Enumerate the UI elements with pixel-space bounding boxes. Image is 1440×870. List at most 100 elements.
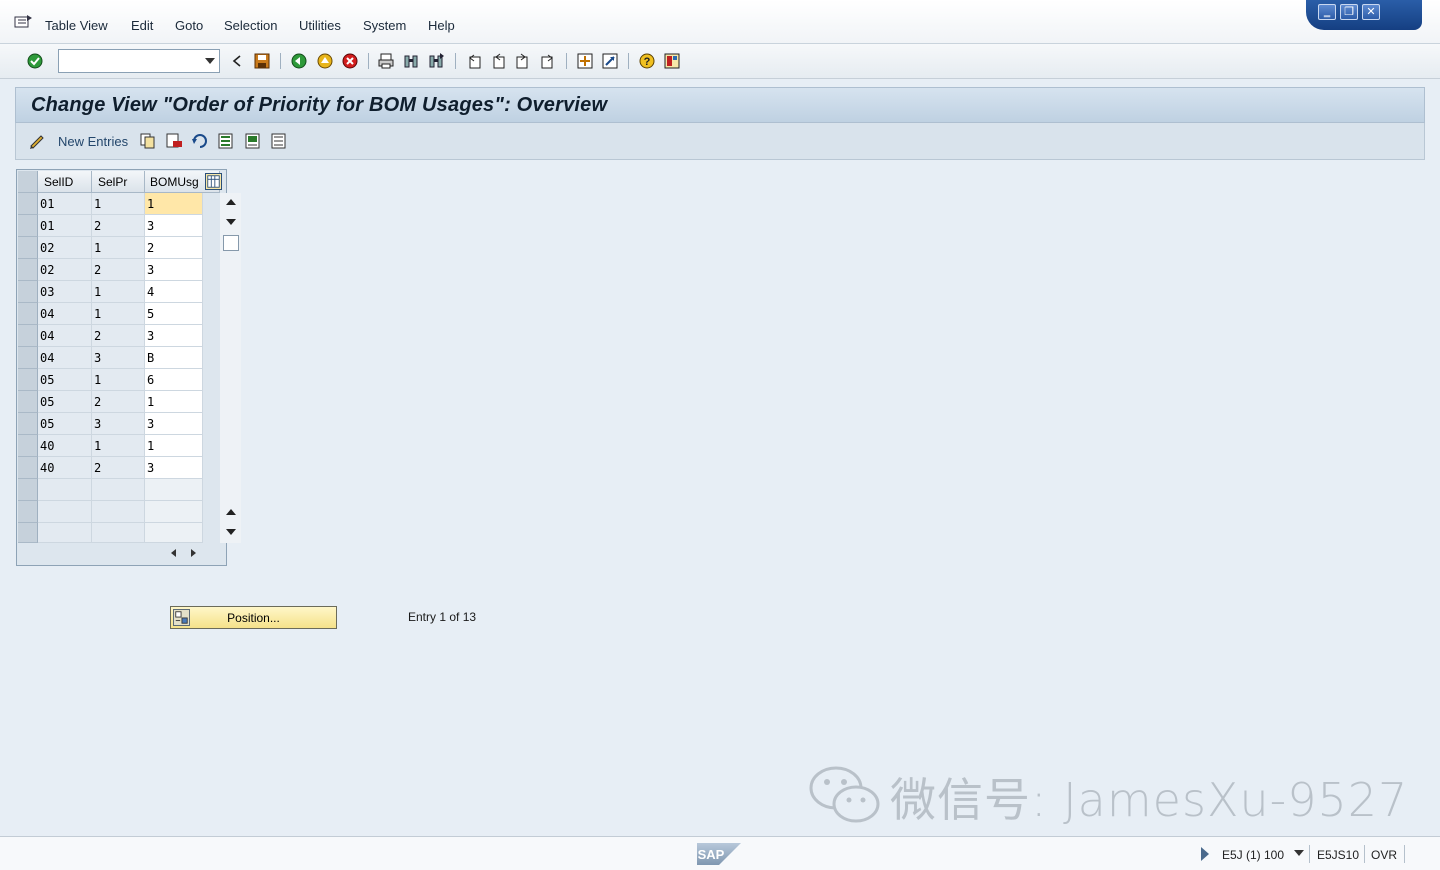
table-cell-selpr: 2 [92, 457, 145, 479]
enter-icon[interactable] [26, 52, 44, 70]
table-cell-empty [92, 523, 145, 543]
status-expand-icon[interactable] [1201, 847, 1209, 861]
table-cell-bomusg[interactable]: 3 [145, 215, 203, 237]
table-cell-empty [38, 479, 92, 501]
vertical-scrollbar[interactable] [220, 193, 241, 543]
table-cell-bomusg[interactable]: 3 [145, 259, 203, 281]
restore-button[interactable]: ❐ [1340, 4, 1358, 20]
row-selector[interactable] [18, 479, 38, 501]
row-selector[interactable] [18, 259, 38, 281]
table-cell-empty[interactable] [145, 501, 203, 523]
menu-help[interactable]: Help [428, 18, 455, 33]
toolbar-separator [280, 53, 281, 69]
help-icon[interactable]: ? [638, 52, 656, 70]
menu-icon[interactable] [14, 15, 32, 29]
position-button[interactable]: Position... [170, 606, 337, 629]
table-cell-bomusg[interactable]: 1 [145, 193, 203, 215]
back-icon[interactable] [290, 52, 308, 70]
row-selector[interactable] [18, 523, 38, 543]
scroll-right-icon[interactable] [191, 549, 196, 557]
menu-utilities[interactable]: Utilities [299, 18, 341, 33]
table-cell-bomusg[interactable]: 3 [145, 457, 203, 479]
table-cell-selpr: 1 [92, 237, 145, 259]
row-selector[interactable] [18, 281, 38, 303]
deselect-all-icon[interactable] [270, 132, 288, 150]
next-page-icon[interactable] [514, 52, 532, 70]
table-cell-empty[interactable] [145, 479, 203, 501]
table-cell-selid: 05 [38, 413, 92, 435]
scroll-left-icon[interactable] [171, 549, 176, 557]
menu-goto[interactable]: Goto [175, 18, 203, 33]
select-all-icon[interactable] [217, 132, 235, 150]
table-cell-selid: 03 [38, 281, 92, 303]
chevron-down-icon[interactable] [205, 58, 215, 64]
menu-system[interactable]: System [363, 18, 406, 33]
scroll-page-up-icon[interactable] [226, 509, 236, 515]
row-selector[interactable] [18, 501, 38, 523]
table-cell-bomusg[interactable]: 3 [145, 325, 203, 347]
find-icon[interactable] [402, 52, 420, 70]
title-bar: Change View "Order of Priority for BOM U… [15, 87, 1425, 123]
close-button[interactable]: ✕ [1362, 4, 1380, 20]
scroll-down-icon[interactable] [226, 529, 236, 535]
table-cell-selid: 40 [38, 435, 92, 457]
table-cell-bomusg[interactable]: 2 [145, 237, 203, 259]
copy-as-icon[interactable] [139, 132, 157, 150]
previous-page-icon[interactable] [489, 52, 507, 70]
row-selector[interactable] [18, 237, 38, 259]
row-selector[interactable] [18, 347, 38, 369]
column-header-selid[interactable]: SelID [38, 171, 92, 193]
column-header-selpr[interactable]: SelPr [92, 171, 145, 193]
scroll-page-down-icon[interactable] [226, 219, 236, 225]
command-field[interactable] [58, 49, 220, 73]
back-arrow-icon[interactable] [228, 52, 246, 70]
table-cell-bomusg[interactable]: 1 [145, 435, 203, 457]
toolbar-separator [368, 53, 369, 69]
table-cell-bomusg[interactable]: 4 [145, 281, 203, 303]
table-cell-bomusg[interactable]: B [145, 347, 203, 369]
row-selector[interactable] [18, 435, 38, 457]
horizontal-scrollbar[interactable] [145, 544, 205, 562]
row-selector[interactable] [18, 303, 38, 325]
shortcut-icon[interactable] [601, 52, 619, 70]
row-selector[interactable] [18, 325, 38, 347]
row-selector[interactable] [18, 215, 38, 237]
select-all-cell[interactable] [18, 171, 38, 193]
first-page-icon[interactable] [465, 52, 483, 70]
layout-icon[interactable] [663, 52, 681, 70]
select-block-icon[interactable] [244, 132, 262, 150]
delete-icon[interactable] [165, 132, 183, 150]
save-icon[interactable] [253, 52, 271, 70]
table-cell-bomusg[interactable]: 3 [145, 413, 203, 435]
scroll-thumb[interactable] [223, 235, 239, 251]
change-pencil-icon[interactable] [28, 132, 46, 150]
row-selector[interactable] [18, 391, 38, 413]
menu-table-view[interactable]: Table View [45, 18, 108, 33]
cancel-icon[interactable] [341, 52, 359, 70]
command-input[interactable] [59, 50, 199, 72]
minimize-button[interactable]: ‗ [1318, 4, 1336, 20]
table-settings-icon[interactable] [205, 173, 222, 190]
scroll-up-icon[interactable] [226, 199, 236, 205]
last-page-icon[interactable] [539, 52, 557, 70]
new-entries-button[interactable]: New Entries [58, 134, 128, 149]
table-cell-bomusg[interactable]: 6 [145, 369, 203, 391]
chevron-down-icon[interactable] [1294, 850, 1304, 856]
toolbar-separator [455, 53, 456, 69]
table-cell-bomusg[interactable]: 1 [145, 391, 203, 413]
menu-edit[interactable]: Edit [131, 18, 153, 33]
exit-icon[interactable] [316, 52, 334, 70]
menu-selection[interactable]: Selection [224, 18, 277, 33]
row-selector[interactable] [18, 413, 38, 435]
table-cell-bomusg[interactable]: 5 [145, 303, 203, 325]
print-icon[interactable] [377, 52, 395, 70]
table-cell-selid: 02 [38, 237, 92, 259]
find-next-icon[interactable] [427, 52, 445, 70]
create-session-icon[interactable] [576, 52, 594, 70]
insert-mode[interactable]: OVR [1371, 848, 1397, 862]
row-selector[interactable] [18, 369, 38, 391]
row-selector[interactable] [18, 193, 38, 215]
row-selector[interactable] [18, 457, 38, 479]
undo-change-icon[interactable] [191, 132, 209, 150]
table-cell-empty[interactable] [145, 523, 203, 543]
